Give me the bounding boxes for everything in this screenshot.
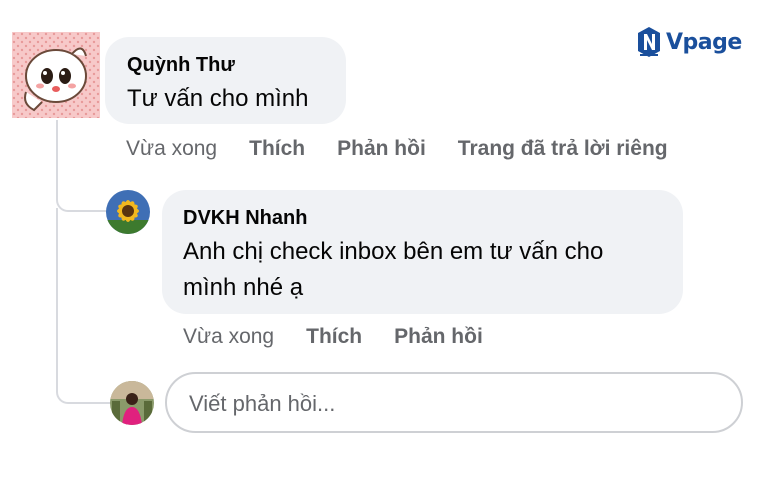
reply-input[interactable] — [187, 374, 711, 433]
cartoon-sticker-avatar[interactable] — [12, 32, 100, 118]
user-photo-avatar[interactable] — [110, 381, 154, 425]
like-button[interactable]: Thích — [249, 137, 305, 161]
vpage-logo-icon — [638, 27, 660, 57]
comment-actions-1: Vừa xong Thích Phản hồi Trang đã trả lời… — [126, 137, 700, 161]
like-button[interactable]: Thích — [306, 325, 362, 349]
thread-connector-reply-1 — [56, 190, 108, 212]
vpage-logo: Vpage — [636, 26, 742, 58]
comment-text: Tư vấn cho mình — [127, 85, 309, 112]
thread-line-lower — [56, 208, 58, 378]
reply-box[interactable] — [165, 372, 743, 433]
sunflower-avatar[interactable] — [106, 190, 150, 234]
comment-bubble-1: Quỳnh Thư Tư vấn cho mình — [105, 37, 346, 124]
page-replied-privately-label[interactable]: Trang đã trả lời riêng — [458, 137, 668, 161]
comment-actions-2: Vừa xong Thích Phản hồi — [183, 325, 515, 349]
comment-author[interactable]: DVKH Nhanh — [183, 207, 307, 230]
comment-time[interactable]: Vừa xong — [126, 137, 217, 161]
reply-button[interactable]: Phản hồi — [394, 325, 483, 349]
comment-bubble-2: DVKH Nhanh Anh chị check inbox bên em tư… — [162, 190, 683, 314]
reply-button[interactable]: Phản hồi — [337, 137, 426, 161]
comment-text-line-2: mình nhé ạ — [183, 274, 304, 301]
comment-author[interactable]: Quỳnh Thư — [127, 54, 235, 77]
thread-line — [56, 120, 58, 200]
thread-connector-reply-box — [56, 378, 110, 404]
comment-time[interactable]: Vừa xong — [183, 325, 274, 349]
comment-text-line-1: Anh chị check inbox bên em tư vấn cho — [183, 238, 604, 265]
brand-name: Vpage — [666, 29, 742, 55]
